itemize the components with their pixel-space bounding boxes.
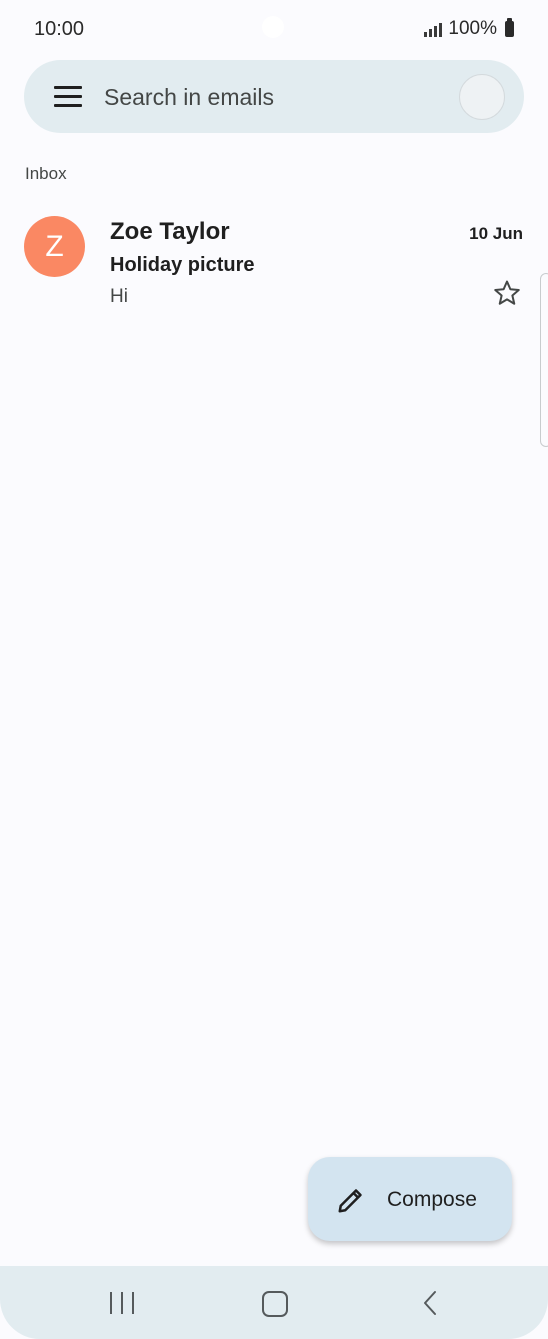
star-icon[interactable] — [492, 278, 522, 308]
email-list-item[interactable]: Z Zoe Taylor 10 Jun Holiday picture Hi — [0, 200, 548, 320]
email-snippet: Hi — [110, 286, 128, 307]
status-bar: 10:00 100% — [0, 0, 548, 56]
compose-button[interactable]: Compose — [308, 1157, 512, 1241]
battery-icon — [505, 18, 514, 37]
email-subject: Holiday picture — [110, 254, 255, 276]
email-date: 10 Jun — [469, 224, 523, 243]
section-label-inbox: Inbox — [25, 164, 67, 183]
menu-icon[interactable] — [54, 86, 82, 107]
pencil-icon — [338, 1189, 362, 1213]
status-time: 10:00 — [34, 18, 85, 40]
signal-icon — [424, 21, 443, 37]
search-bar[interactable]: Search in emails — [24, 60, 524, 133]
status-indicators: 100% — [424, 18, 514, 40]
home-icon[interactable] — [262, 1291, 288, 1317]
navigation-bar — [0, 1266, 548, 1339]
front-camera — [262, 16, 284, 38]
search-input[interactable]: Search in emails — [104, 84, 274, 111]
recents-icon[interactable] — [110, 1292, 134, 1314]
account-avatar[interactable] — [459, 74, 505, 120]
compose-label: Compose — [387, 1188, 477, 1211]
edge-panel-handle[interactable] — [540, 273, 548, 447]
battery-percentage: 100% — [448, 18, 497, 39]
email-sender: Zoe Taylor — [110, 218, 230, 245]
back-icon[interactable] — [420, 1290, 440, 1316]
sender-avatar[interactable]: Z — [24, 216, 85, 277]
